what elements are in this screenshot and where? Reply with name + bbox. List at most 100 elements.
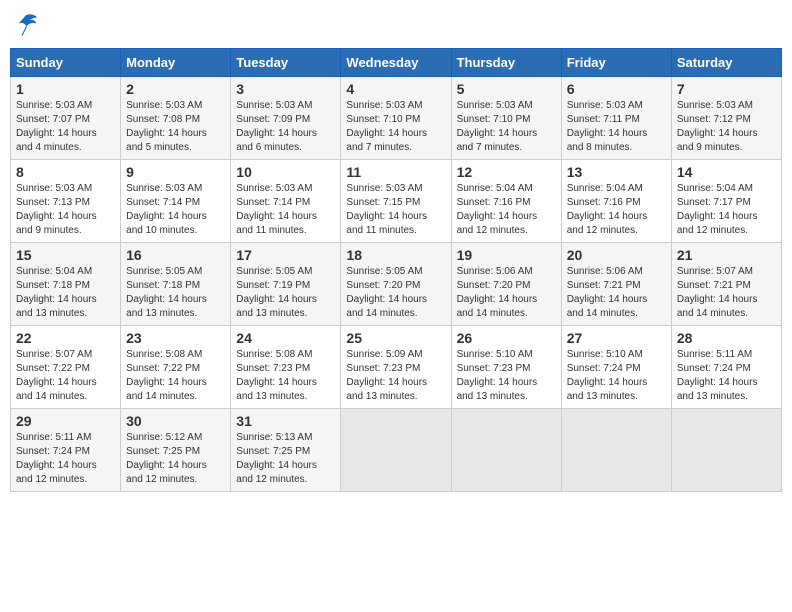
calendar-cell: 30 Sunrise: 5:12 AMSunset: 7:25 PMDaylig… [121,409,231,492]
day-number: 1 [16,81,115,97]
day-number: 12 [457,164,556,180]
calendar-cell: 7 Sunrise: 5:03 AMSunset: 7:12 PMDayligh… [671,77,781,160]
day-content: Sunrise: 5:03 AMSunset: 7:09 PMDaylight:… [236,99,335,155]
day-content: Sunrise: 5:11 AMSunset: 7:24 PMDaylight:… [16,431,115,487]
day-content: Sunrise: 5:08 AMSunset: 7:22 PMDaylight:… [126,348,225,404]
weekday-header-tuesday: Tuesday [231,49,341,77]
day-content: Sunrise: 5:07 AMSunset: 7:21 PMDaylight:… [677,265,776,321]
calendar-cell [671,409,781,492]
day-number: 18 [346,247,445,263]
calendar-cell: 16 Sunrise: 5:05 AMSunset: 7:18 PMDaylig… [121,243,231,326]
day-content: Sunrise: 5:03 AMSunset: 7:15 PMDaylight:… [346,182,445,238]
day-content: Sunrise: 5:10 AMSunset: 7:24 PMDaylight:… [567,348,666,404]
day-number: 5 [457,81,556,97]
day-content: Sunrise: 5:03 AMSunset: 7:12 PMDaylight:… [677,99,776,155]
day-content: Sunrise: 5:05 AMSunset: 7:18 PMDaylight:… [126,265,225,321]
day-number: 30 [126,413,225,429]
day-number: 2 [126,81,225,97]
day-content: Sunrise: 5:13 AMSunset: 7:25 PMDaylight:… [236,431,335,487]
day-content: Sunrise: 5:09 AMSunset: 7:23 PMDaylight:… [346,348,445,404]
calendar-cell: 26 Sunrise: 5:10 AMSunset: 7:23 PMDaylig… [451,326,561,409]
calendar-cell [341,409,451,492]
calendar-cell: 20 Sunrise: 5:06 AMSunset: 7:21 PMDaylig… [561,243,671,326]
calendar-cell: 18 Sunrise: 5:05 AMSunset: 7:20 PMDaylig… [341,243,451,326]
day-number: 25 [346,330,445,346]
calendar-cell: 21 Sunrise: 5:07 AMSunset: 7:21 PMDaylig… [671,243,781,326]
day-number: 11 [346,164,445,180]
calendar-cell: 8 Sunrise: 5:03 AMSunset: 7:13 PMDayligh… [11,160,121,243]
calendar-cell: 17 Sunrise: 5:05 AMSunset: 7:19 PMDaylig… [231,243,341,326]
calendar-cell: 28 Sunrise: 5:11 AMSunset: 7:24 PMDaylig… [671,326,781,409]
day-number: 31 [236,413,335,429]
day-number: 26 [457,330,556,346]
calendar-cell: 15 Sunrise: 5:04 AMSunset: 7:18 PMDaylig… [11,243,121,326]
weekday-header-monday: Monday [121,49,231,77]
day-content: Sunrise: 5:03 AMSunset: 7:14 PMDaylight:… [236,182,335,238]
day-content: Sunrise: 5:04 AMSunset: 7:18 PMDaylight:… [16,265,115,321]
day-number: 21 [677,247,776,263]
day-number: 8 [16,164,115,180]
calendar-cell: 29 Sunrise: 5:11 AMSunset: 7:24 PMDaylig… [11,409,121,492]
weekday-header-thursday: Thursday [451,49,561,77]
weekday-header-saturday: Saturday [671,49,781,77]
day-number: 19 [457,247,556,263]
calendar-cell: 2 Sunrise: 5:03 AMSunset: 7:08 PMDayligh… [121,77,231,160]
calendar-cell [451,409,561,492]
weekday-header-wednesday: Wednesday [341,49,451,77]
calendar-cell: 31 Sunrise: 5:13 AMSunset: 7:25 PMDaylig… [231,409,341,492]
day-number: 23 [126,330,225,346]
day-number: 7 [677,81,776,97]
day-content: Sunrise: 5:05 AMSunset: 7:19 PMDaylight:… [236,265,335,321]
calendar-week-row: 15 Sunrise: 5:04 AMSunset: 7:18 PMDaylig… [11,243,782,326]
day-number: 29 [16,413,115,429]
day-number: 9 [126,164,225,180]
day-content: Sunrise: 5:03 AMSunset: 7:13 PMDaylight:… [16,182,115,238]
calendar-cell: 1 Sunrise: 5:03 AMSunset: 7:07 PMDayligh… [11,77,121,160]
day-content: Sunrise: 5:03 AMSunset: 7:11 PMDaylight:… [567,99,666,155]
day-number: 10 [236,164,335,180]
calendar-week-row: 29 Sunrise: 5:11 AMSunset: 7:24 PMDaylig… [11,409,782,492]
day-number: 27 [567,330,666,346]
page-header [10,10,782,40]
day-content: Sunrise: 5:04 AMSunset: 7:17 PMDaylight:… [677,182,776,238]
day-number: 17 [236,247,335,263]
day-content: Sunrise: 5:03 AMSunset: 7:10 PMDaylight:… [457,99,556,155]
day-content: Sunrise: 5:11 AMSunset: 7:24 PMDaylight:… [677,348,776,404]
day-number: 4 [346,81,445,97]
day-number: 13 [567,164,666,180]
calendar-week-row: 1 Sunrise: 5:03 AMSunset: 7:07 PMDayligh… [11,77,782,160]
calendar-cell: 19 Sunrise: 5:06 AMSunset: 7:20 PMDaylig… [451,243,561,326]
calendar-cell: 24 Sunrise: 5:08 AMSunset: 7:23 PMDaylig… [231,326,341,409]
calendar-table: SundayMondayTuesdayWednesdayThursdayFrid… [10,48,782,492]
weekday-header-friday: Friday [561,49,671,77]
calendar-cell: 13 Sunrise: 5:04 AMSunset: 7:16 PMDaylig… [561,160,671,243]
day-content: Sunrise: 5:07 AMSunset: 7:22 PMDaylight:… [16,348,115,404]
day-content: Sunrise: 5:03 AMSunset: 7:10 PMDaylight:… [346,99,445,155]
calendar-cell [561,409,671,492]
calendar-cell: 10 Sunrise: 5:03 AMSunset: 7:14 PMDaylig… [231,160,341,243]
day-number: 3 [236,81,335,97]
calendar-cell: 5 Sunrise: 5:03 AMSunset: 7:10 PMDayligh… [451,77,561,160]
day-content: Sunrise: 5:06 AMSunset: 7:21 PMDaylight:… [567,265,666,321]
day-content: Sunrise: 5:03 AMSunset: 7:14 PMDaylight:… [126,182,225,238]
day-content: Sunrise: 5:10 AMSunset: 7:23 PMDaylight:… [457,348,556,404]
calendar-body: 1 Sunrise: 5:03 AMSunset: 7:07 PMDayligh… [11,77,782,492]
day-content: Sunrise: 5:12 AMSunset: 7:25 PMDaylight:… [126,431,225,487]
calendar-week-row: 22 Sunrise: 5:07 AMSunset: 7:22 PMDaylig… [11,326,782,409]
calendar-cell: 12 Sunrise: 5:04 AMSunset: 7:16 PMDaylig… [451,160,561,243]
day-number: 16 [126,247,225,263]
calendar-cell: 11 Sunrise: 5:03 AMSunset: 7:15 PMDaylig… [341,160,451,243]
day-number: 28 [677,330,776,346]
day-number: 22 [16,330,115,346]
calendar-header-row: SundayMondayTuesdayWednesdayThursdayFrid… [11,49,782,77]
day-number: 20 [567,247,666,263]
day-content: Sunrise: 5:05 AMSunset: 7:20 PMDaylight:… [346,265,445,321]
calendar-cell: 6 Sunrise: 5:03 AMSunset: 7:11 PMDayligh… [561,77,671,160]
calendar-cell: 3 Sunrise: 5:03 AMSunset: 7:09 PMDayligh… [231,77,341,160]
calendar-cell: 4 Sunrise: 5:03 AMSunset: 7:10 PMDayligh… [341,77,451,160]
day-number: 6 [567,81,666,97]
calendar-cell: 9 Sunrise: 5:03 AMSunset: 7:14 PMDayligh… [121,160,231,243]
day-number: 14 [677,164,776,180]
day-content: Sunrise: 5:03 AMSunset: 7:08 PMDaylight:… [126,99,225,155]
calendar-week-row: 8 Sunrise: 5:03 AMSunset: 7:13 PMDayligh… [11,160,782,243]
